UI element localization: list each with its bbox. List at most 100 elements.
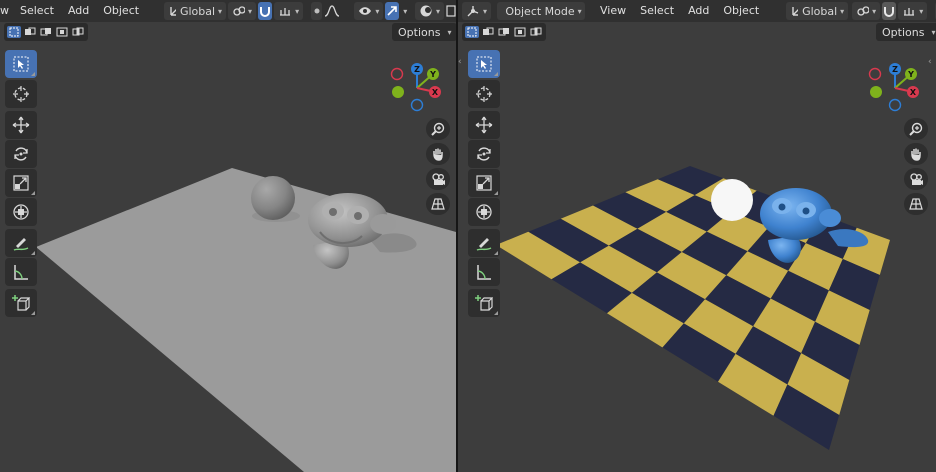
tool-select-box[interactable] [468,50,500,78]
select-new-icon [467,27,477,37]
hand-icon [433,148,443,161]
select-intersect-button[interactable] [529,26,543,38]
options-dropdown[interactable]: Options ▾ [392,23,456,41]
perspective-toggle-button[interactable] [426,193,450,215]
zoom-button[interactable] [426,118,450,140]
transform-orientation-dropdown[interactable]: Global ▾ [786,2,849,20]
pivot-point-dropdown[interactable]: ▾ [228,2,257,20]
toolbar-expand-arrow-icon[interactable]: ‹ [458,57,462,67]
perspective-toggle-button[interactable] [904,193,928,215]
left-viewport-header: w Select Add Object Global ▾ ▾ ▾ ▾ ▾ ▾ [0,0,456,22]
menu-object[interactable]: Object [96,0,146,22]
snap-target-dropdown[interactable]: ▾ [274,2,304,20]
chevron-down-icon: ▾ [295,6,300,16]
overlays-dropdown[interactable]: ▾ [414,2,444,20]
select-subtract-icon [40,28,51,36]
menu-select[interactable]: Select [13,0,61,22]
navigation-gizmo[interactable]: Z Y X [865,62,925,114]
camera-view-button[interactable] [904,168,928,190]
tool-add-cube[interactable] [468,289,500,317]
tool-rotate[interactable] [468,140,500,168]
tool-move[interactable] [5,111,37,139]
tool-scale[interactable] [5,169,37,197]
show-gizmo-toggle[interactable] [385,2,400,20]
snap-toggle[interactable] [882,2,897,20]
pan-button[interactable] [904,143,928,165]
tool-transform[interactable] [5,198,37,226]
object-visibility-dropdown[interactable]: ▾ [354,2,384,20]
right-3d-viewport[interactable]: ▾ Object Mode ▾ View Select Add Object G… [458,0,936,472]
magnifier-icon [431,122,445,136]
select-extend-button[interactable] [481,26,495,38]
tool-annotate[interactable] [468,229,500,257]
chevron-down-icon: ▾ [375,6,380,16]
menu-select[interactable]: Select [633,0,681,22]
options-label: Options [398,25,441,39]
menu-add[interactable]: Add [681,0,716,22]
pivot-point-dropdown[interactable]: ▾ [852,2,881,20]
move-arrows-icon [475,116,493,134]
tool-rotate[interactable] [5,140,37,168]
interaction-mode-dropdown[interactable]: Object Mode ▾ [497,2,586,20]
chevron-down-icon: ▾ [403,6,408,16]
chevron-down-icon: ▾ [840,6,845,16]
menu-view-truncated[interactable]: w [0,0,13,22]
pencil-icon [13,238,29,251]
tool-measure[interactable] [468,258,500,286]
scale-icon [13,175,29,191]
menu-object[interactable]: Object [716,0,766,22]
chevron-down-icon: ▾ [435,6,440,16]
xray-toggle[interactable] [446,2,456,20]
gizmo-arrow-icon [387,6,398,16]
add-cube-icon [12,295,30,311]
tool-measure[interactable] [5,258,37,286]
gizmo-y-label: Y [907,70,914,79]
select-new-button[interactable] [465,26,479,38]
sidebar-expand-arrow-icon[interactable]: ‹ [928,57,932,67]
tool-variants-indicator [31,72,35,76]
menu-view[interactable]: View [593,0,633,22]
select-invert-button[interactable] [55,26,69,38]
camera-icon [910,173,923,185]
select-intersect-button[interactable] [71,26,85,38]
tool-move[interactable] [468,111,500,139]
hand-icon [911,148,921,161]
select-intersect-icon [530,27,542,36]
gizmo-dropdown[interactable]: ▾ [401,2,409,20]
tool-scale[interactable] [468,169,500,197]
select-subtract-button[interactable] [497,26,511,38]
navigation-gizmo[interactable]: Z Y X [387,62,447,114]
selection-mode-bar [4,23,88,41]
select-subtract-button[interactable] [39,26,53,38]
snap-target-dropdown[interactable]: ▾ [898,2,928,20]
snap-toggle[interactable] [258,2,273,20]
pivot-link-icon [857,6,870,16]
selection-mode-bar [462,23,546,41]
tool-cursor[interactable] [5,80,37,108]
zoom-button[interactable] [904,118,928,140]
overlay-circles-icon [420,5,432,17]
snap-increment-icon [904,8,915,16]
editor-type-dropdown[interactable]: ▾ [462,2,492,20]
menu-add[interactable]: Add [61,0,96,22]
transform-orientation-dropdown[interactable]: Global ▾ [164,2,227,20]
select-invert-button[interactable] [513,26,527,38]
right-viewport-header: ▾ Object Mode ▾ View Select Add Object G… [458,0,936,22]
tool-cursor[interactable] [468,80,500,108]
options-dropdown[interactable]: Options ▾ [876,23,936,41]
falloff-dropdown[interactable] [324,2,340,20]
transform-orientation-label: Global [802,4,838,18]
tool-select-box[interactable] [5,50,37,78]
left-3d-viewport[interactable]: w Select Add Object Global ▾ ▾ ▾ ▾ ▾ ▾ O… [0,0,456,472]
tool-add-cube[interactable] [5,289,37,317]
tool-transform[interactable] [468,198,500,226]
snap-increment-icon [280,8,291,16]
gizmo-x-label: X [432,88,439,97]
camera-view-button[interactable] [426,168,450,190]
select-new-button[interactable] [7,26,21,38]
tool-annotate[interactable] [5,229,37,257]
chevron-down-icon: ▾ [577,6,582,16]
proportional-edit-toggle[interactable] [311,2,323,20]
pan-button[interactable] [426,143,450,165]
select-extend-button[interactable] [23,26,37,38]
